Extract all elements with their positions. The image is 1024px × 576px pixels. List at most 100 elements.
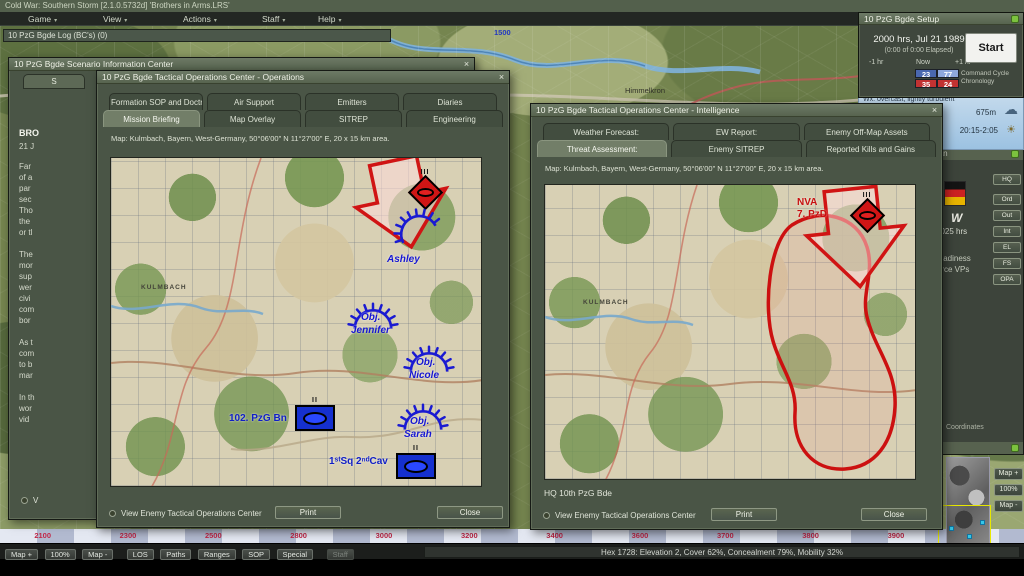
minimap-zoom-level[interactable]: 100%: [994, 484, 1023, 496]
intel-close-button[interactable]: Close: [861, 508, 927, 521]
setup-title-bar[interactable]: 10 PzG Bgde Setup: [859, 13, 1023, 25]
toolbar-special-button[interactable]: Special: [277, 549, 314, 560]
enemy-unit-symbol[interactable]: III: [850, 193, 884, 228]
objective-label: Obj.: [361, 312, 380, 323]
sun-icon: ☀: [1006, 123, 1016, 136]
ops-toc-window: 10 PzG Bgde Tactical Operations Center -…: [96, 70, 510, 528]
tab-sitrep[interactable]: SITREP: [305, 110, 402, 127]
close-icon[interactable]: ×: [929, 105, 940, 115]
minus-hour-button[interactable]: -1 hr: [869, 59, 883, 66]
staff-button-ord[interactable]: Ord: [993, 194, 1021, 205]
ops-tab-row-back: Formation SOP and Doctrine Air Support E…: [107, 93, 499, 110]
hex-column-ruler: 2100 2300 2500 2800 3000 3200 3400 3600 …: [0, 529, 1024, 543]
axis-label-ashley: Ashley: [387, 254, 420, 265]
tab-weather-forecast[interactable]: Weather Forecast:: [543, 123, 669, 140]
tab-air-support[interactable]: Air Support: [207, 93, 301, 110]
friendly-value-right: 77: [937, 69, 959, 78]
friendly-value-left: 23: [915, 69, 937, 78]
log-strip[interactable]: 10 PzG Bgde Log (BC's) (0): [3, 29, 391, 42]
tab-mission-briefing[interactable]: Mission Briefing: [103, 110, 200, 127]
panel-icon[interactable]: [1011, 15, 1019, 23]
elapsed-time: (0:00 of 0:00 Elapsed): [865, 47, 973, 54]
menu-actions[interactable]: Actions▾: [183, 12, 217, 26]
intel-window-title-bar[interactable]: 10 PzG Bgde Tactical Operations Center -…: [531, 104, 942, 117]
toolbar-sop-button[interactable]: SOP: [242, 549, 270, 560]
minimap-unit-dot: [949, 526, 954, 531]
command-cycle-chronology: Command Cycle Chronology: [961, 70, 1019, 86]
menu-staff[interactable]: Staff▾: [262, 12, 285, 26]
tab-formation-sop[interactable]: Formation SOP and Doctrine: [109, 93, 203, 110]
tab-engineering[interactable]: Engineering: [406, 110, 503, 127]
panel-icon[interactable]: [1011, 150, 1019, 158]
minimap-zoom-out-button[interactable]: Map -: [994, 500, 1023, 512]
intel-threat-map: KULMBACH NVA 7. PzD III: [544, 184, 916, 480]
toolbar-paths-button[interactable]: Paths: [160, 549, 191, 560]
intel-toc-window: 10 PzG Bgde Tactical Operations Center -…: [530, 103, 943, 530]
minimap-zoom-in-button[interactable]: Map +: [994, 468, 1023, 480]
german-flag-icon: [944, 181, 966, 206]
scenario-checkbox[interactable]: V: [21, 496, 38, 505]
toolbar-staff-button[interactable]: Staff: [327, 549, 354, 560]
menu-help[interactable]: Help▾: [318, 12, 342, 26]
chevron-down-icon: ▾: [338, 18, 341, 24]
radio-icon[interactable]: [21, 497, 28, 504]
scenario-tab[interactable]: S: [23, 74, 85, 89]
ops-view-enemy-checkbox[interactable]: View Enemy Tactical Operations Center: [109, 509, 262, 518]
ops-tab-row-front: Mission Briefing Map Overlay SITREP Engi…: [101, 110, 505, 127]
friendly-unit-symbol[interactable]: II: [394, 446, 438, 479]
ops-print-button[interactable]: Print: [275, 506, 341, 519]
chevron-down-icon: ▾: [282, 18, 285, 24]
enemy-formation-label: NVA 7. PzD: [797, 197, 827, 221]
coordinates-label: Coordinates: [946, 424, 984, 431]
panel-icon[interactable]: [1011, 444, 1019, 452]
tab-map-overlay[interactable]: Map Overlay: [204, 110, 301, 127]
map-town-label: KULMBACH: [141, 284, 187, 291]
menu-view[interactable]: View▾: [103, 12, 127, 26]
menu-game[interactable]: Game▾: [28, 12, 57, 26]
staff-button-fs[interactable]: FS: [993, 258, 1021, 269]
toolbar-los-button[interactable]: LOS: [127, 549, 154, 560]
toolbar-map-zoom-in[interactable]: Map +: [5, 549, 38, 560]
friendly-unit-symbol[interactable]: II: [293, 398, 337, 431]
chevron-down-icon: ▾: [54, 18, 57, 24]
cloud-icon: ☁: [1004, 101, 1018, 118]
intel-view-enemy-checkbox[interactable]: View Enemy Tactical Operations Center: [543, 511, 696, 520]
toolbar-zoom-level[interactable]: 100%: [45, 549, 76, 560]
minimap[interactable]: [946, 457, 990, 547]
ops-close-button[interactable]: Close: [437, 506, 503, 519]
enemy-armor-icon: [849, 198, 884, 233]
enemy-strength-row: 35 24: [915, 79, 959, 88]
staff-button-out[interactable]: Out: [993, 210, 1021, 221]
radio-icon[interactable]: [543, 512, 550, 519]
scenario-clock: 2000 hrs, Jul 21 1989: [865, 34, 973, 45]
toolbar-map-zoom-out[interactable]: Map -: [82, 549, 113, 560]
ops-map-caption: Map: Kulmbach, Bayern, West-Germany, 50°…: [97, 127, 509, 143]
unit-label-cav: 1ˢᵗSq 2ⁿᵈCav: [329, 456, 388, 467]
ops-window-title-bar[interactable]: 10 PzG Bgde Tactical Operations Center -…: [97, 71, 509, 84]
staff-button-opa[interactable]: OPA: [993, 274, 1021, 285]
hq-identifier: HQ 10th PzG Bde: [544, 488, 612, 498]
close-icon[interactable]: ×: [461, 59, 472, 69]
tab-threat-assessment[interactable]: Threat Assessment:: [537, 140, 667, 157]
tab-enemy-offmap[interactable]: Enemy Off-Map Assets: [804, 123, 930, 140]
town-label: Himmelkron: [625, 86, 665, 95]
radio-icon[interactable]: [109, 510, 116, 517]
tab-enemy-sitrep[interactable]: Enemy SITREP: [671, 140, 801, 157]
now-label: Now: [916, 59, 930, 66]
tab-diaries[interactable]: Diaries: [403, 93, 497, 110]
staff-button-el[interactable]: EL: [993, 242, 1021, 253]
staff-button-hq[interactable]: HQ: [993, 174, 1021, 185]
tab-reported-kills[interactable]: Reported Kills and Gains: [806, 140, 936, 157]
app-title-bar: Cold War: Southern Storm [2.1.0.5732d] '…: [0, 0, 1024, 12]
briefing-heading: BRO: [19, 128, 39, 138]
objective-label: Obj.: [416, 357, 435, 368]
toolbar-ranges-button[interactable]: Ranges: [198, 549, 236, 560]
start-button[interactable]: Start: [965, 33, 1017, 63]
map-town-label: KULMBACH: [583, 299, 629, 306]
staff-button-int[interactable]: Int: [993, 226, 1021, 237]
intel-print-button[interactable]: Print: [711, 508, 777, 521]
close-icon[interactable]: ×: [496, 72, 507, 82]
cloud-ceiling: 675m: [976, 108, 996, 117]
tab-ew-report[interactable]: EW Report:: [673, 123, 799, 140]
tab-emitters[interactable]: Emitters: [305, 93, 399, 110]
